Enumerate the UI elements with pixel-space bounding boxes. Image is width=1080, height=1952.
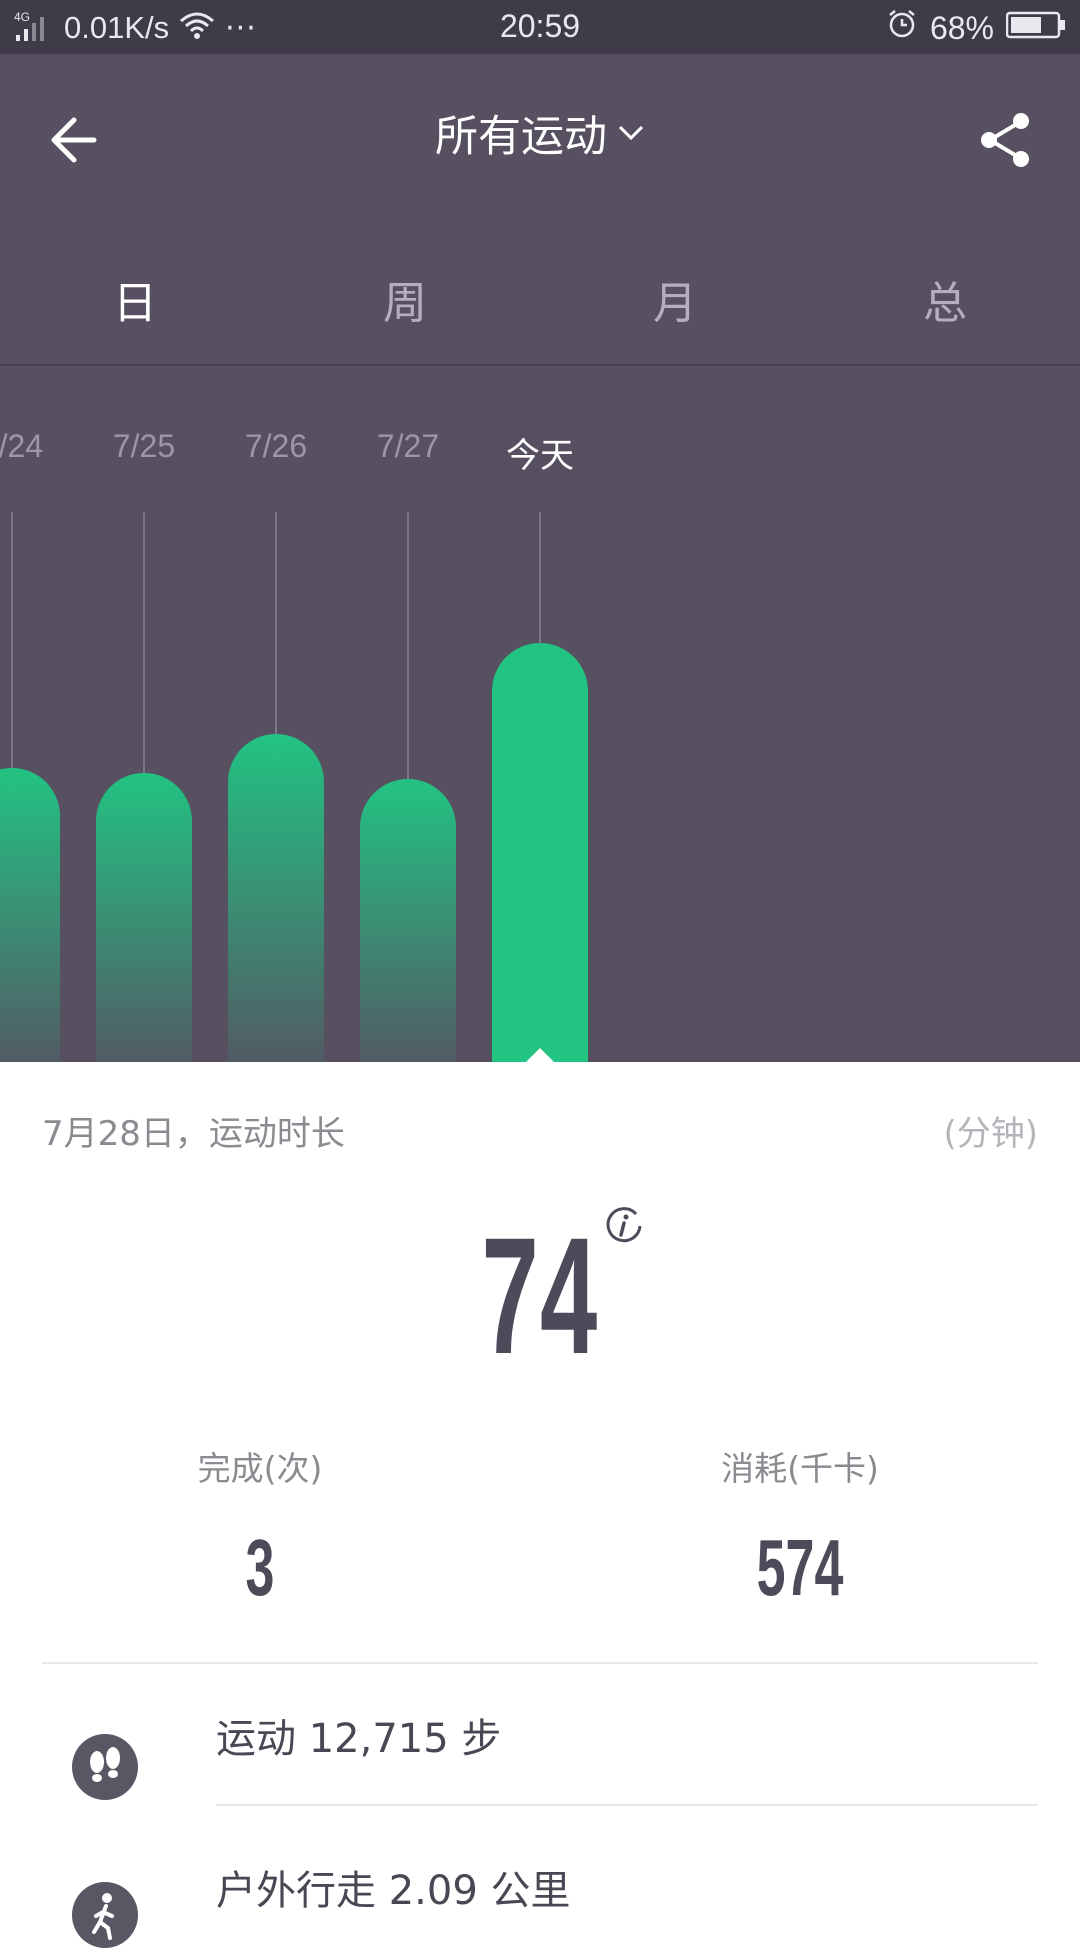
bar-guide-line bbox=[11, 512, 13, 788]
walking-person-icon bbox=[72, 1882, 138, 1948]
duration-value: 74 bbox=[481, 1204, 599, 1389]
calories-label: 消耗(千卡) bbox=[721, 1449, 879, 1488]
duration-bar[interactable] bbox=[492, 643, 588, 1062]
duration-bar[interactable] bbox=[228, 733, 324, 1062]
period-tabs: 日 周 月 总 bbox=[0, 264, 1080, 376]
date-label[interactable]: 7/26 bbox=[245, 428, 307, 465]
tab-total[interactable]: 总 bbox=[810, 264, 1080, 364]
app-header: 所有运动 日 周 月 总 bbox=[0, 54, 1080, 376]
duration-bar[interactable] bbox=[360, 779, 456, 1062]
status-right: 68% bbox=[886, 8, 1066, 48]
bar-guide-line bbox=[407, 512, 409, 799]
bar-guide-line bbox=[143, 512, 145, 794]
alarm-icon bbox=[886, 8, 918, 48]
info-icon[interactable] bbox=[604, 1206, 644, 1246]
row-divider bbox=[216, 1804, 1038, 1806]
completed-value: 3 bbox=[245, 1523, 275, 1612]
date-label[interactable]: 今天 bbox=[506, 428, 574, 477]
unit-label: (分钟) bbox=[943, 1114, 1038, 1154]
page-title: 所有运动 bbox=[435, 112, 607, 162]
bar-guide-line bbox=[275, 512, 277, 754]
selected-pointer bbox=[526, 1048, 554, 1062]
sport-type-selector[interactable]: 所有运动 bbox=[435, 102, 645, 164]
steps-text: 运动 12,715 步 bbox=[216, 1716, 502, 1762]
bar-guide-line bbox=[539, 512, 541, 664]
calories-value: 574 bbox=[756, 1523, 844, 1612]
tab-month[interactable]: 月 bbox=[540, 264, 810, 364]
duration-bar[interactable] bbox=[0, 767, 60, 1062]
status-bar: 4G 0.01K/s ··· 20:59 68% bbox=[0, 0, 1080, 54]
calories-stat: 消耗(千卡) 574 bbox=[650, 1442, 950, 1614]
battery-icon bbox=[1005, 10, 1066, 47]
tab-week[interactable]: 周 bbox=[270, 264, 540, 364]
summary-caption: 7月28日，运动时长 bbox=[42, 1114, 345, 1154]
chevron-down-icon bbox=[618, 125, 644, 141]
battery-percent: 68% bbox=[929, 9, 994, 46]
completed-stat: 完成(次) 3 bbox=[110, 1442, 410, 1614]
date-label[interactable]: 7/24 bbox=[0, 428, 43, 465]
share-icon bbox=[981, 113, 1029, 167]
completed-label: 完成(次) bbox=[197, 1449, 323, 1488]
duration-bar[interactable] bbox=[96, 773, 192, 1062]
daily-duration-chart[interactable]: 7/24 7/25 7/26 7/27 今天 bbox=[0, 366, 1080, 1062]
date-label[interactable]: 7/25 bbox=[113, 428, 175, 465]
footprints-icon bbox=[72, 1734, 138, 1800]
tab-day[interactable]: 日 bbox=[0, 264, 270, 376]
walk-text: 户外行走 2.09 公里 bbox=[216, 1868, 571, 1914]
date-label[interactable]: 7/27 bbox=[377, 428, 439, 465]
share-button[interactable] bbox=[976, 110, 1036, 170]
summary-panel: 7月28日，运动时长 (分钟) 74 完成(次) 3 消耗(千卡) 574 运动… bbox=[0, 1062, 1080, 1948]
section-divider bbox=[42, 1662, 1038, 1664]
